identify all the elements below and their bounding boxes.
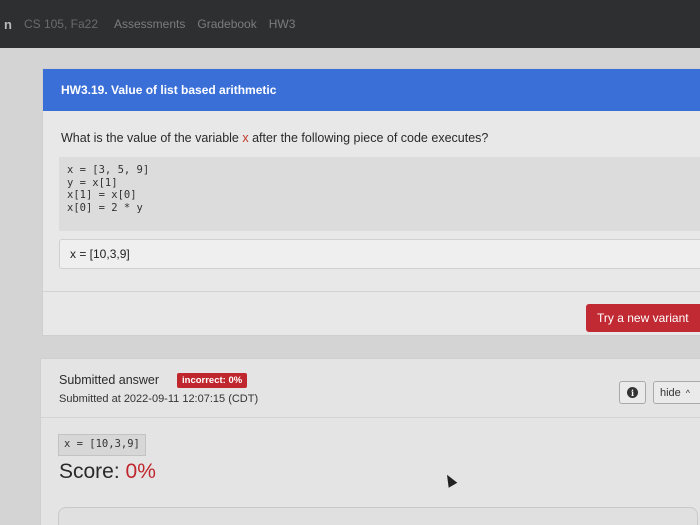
score: Score: 0%: [59, 460, 156, 484]
prompt-text-before: What is the value of the variable: [61, 131, 243, 145]
nav-gradebook-link[interactable]: Gradebook: [197, 17, 256, 31]
answer-value: x = [10,3,9]: [70, 247, 130, 261]
nav-assessments-link[interactable]: Assessments: [114, 17, 185, 31]
hide-label: hide: [660, 386, 681, 399]
submission-card: Submitted answer incorrect: 0% Submitted…: [40, 358, 700, 525]
next-panel: [58, 507, 698, 525]
try-new-variant-button[interactable]: Try a new variant: [586, 304, 700, 332]
code-line: y = x[1]: [67, 176, 118, 189]
question-title: HW3.19. Value of list based arithmetic: [43, 69, 700, 111]
question-card: HW3.19. Value of list based arithmetic W…: [42, 68, 700, 336]
prompt-text-after: after the following piece of code execut…: [248, 131, 489, 145]
brand-logo[interactable]: n: [4, 17, 12, 32]
score-label: Score:: [59, 460, 126, 483]
info-icon: i: [627, 387, 638, 398]
divider: [41, 417, 700, 418]
code-line: x[0] = 2 * y: [67, 201, 143, 214]
code-block: x = [3, 5, 9] y = x[1] x[1] = x[0] x[0] …: [59, 157, 700, 231]
code-line: x[1] = x[0]: [67, 189, 137, 201]
question-prompt: What is the value of the variable x afte…: [61, 131, 700, 145]
info-button[interactable]: i: [619, 381, 646, 404]
submission-timestamp: Submitted at 2022-09-11 12:07:15 (CDT): [59, 393, 259, 405]
chevron-up-icon: ^: [685, 387, 691, 398]
submitted-answer-label: Submitted answer: [59, 373, 160, 387]
code-line: x = [3, 5, 9]: [67, 164, 150, 176]
nav-hw3-link[interactable]: HW3: [269, 17, 296, 31]
status-badge: incorrect: 0%: [177, 373, 248, 388]
submitted-answer-code: x = [10,3,9]: [58, 434, 146, 456]
question-footer: Try a new variant: [43, 291, 700, 336]
top-navbar: n CS 105, Fa22 Assessments Gradebook HW3: [0, 0, 700, 48]
hide-button[interactable]: hide ^: [653, 381, 700, 404]
score-value: 0%: [125, 460, 156, 483]
answer-input[interactable]: x = [10,3,9] ?: [59, 239, 700, 269]
nav-course-link[interactable]: CS 105, Fa22: [24, 17, 98, 31]
